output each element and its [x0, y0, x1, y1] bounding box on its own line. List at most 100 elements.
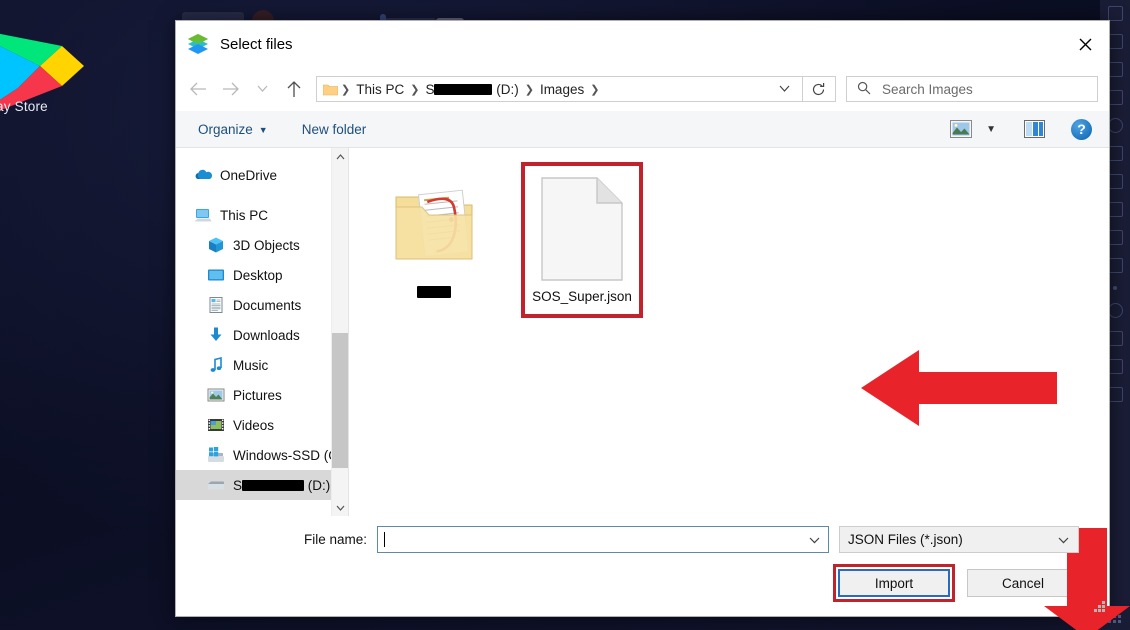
file-name-input[interactable]	[377, 526, 829, 553]
sidebar-item-onedrive[interactable]: OneDrive	[176, 160, 348, 190]
sidebar-item-windows-ssd[interactable]: Windows-SSD (C	[176, 440, 348, 470]
play-store-label: ay Store	[0, 99, 48, 114]
new-folder-button[interactable]: New folder	[294, 118, 375, 141]
sidebar-item-videos[interactable]: Videos	[176, 410, 348, 440]
sidebar-drive-suffix: (D:)	[304, 477, 331, 493]
this-pc-icon	[194, 206, 212, 224]
generic-file-icon	[529, 174, 635, 284]
sidebar-item-label: Pictures	[233, 387, 282, 403]
text-caret	[384, 532, 385, 547]
chevron-down-icon[interactable]	[332, 499, 348, 516]
3d-objects-icon	[207, 236, 225, 254]
bluestacks-logo-icon	[187, 33, 209, 55]
sidebar-item-pictures[interactable]: Pictures	[176, 380, 348, 410]
search-placeholder: Search Images	[882, 81, 973, 97]
picture-view-icon[interactable]	[943, 117, 979, 141]
breadcrumb-separator: ❯	[410, 83, 420, 96]
help-icon[interactable]: ?	[1064, 116, 1099, 143]
close-icon[interactable]	[1062, 22, 1109, 66]
sidebar-item-3d-objects[interactable]: 3D Objects	[176, 230, 348, 260]
pictures-icon	[207, 386, 225, 404]
import-button[interactable]: Import	[838, 569, 950, 597]
refresh-icon[interactable]	[802, 76, 836, 102]
breadcrumb-item-this-pc[interactable]: This PC	[351, 82, 409, 97]
folder-icon	[322, 83, 339, 96]
sidebar-item-drive-d[interactable]: S (D:)	[176, 470, 348, 500]
rail-icon-more[interactable]	[1113, 286, 1117, 290]
file-name-chevron-down-icon[interactable]	[809, 533, 820, 547]
navigation-bar: ❯ This PC ❯ S (D:) ❯ Images ❯ Search Ima…	[176, 67, 1109, 111]
sidebar-item-label: Videos	[233, 417, 275, 433]
red-left-arrow-annotation	[861, 346, 1057, 430]
scrollbar-thumb[interactable]	[332, 333, 348, 468]
back-icon[interactable]	[182, 73, 214, 105]
command-bar: Organize ▼ New folder ▼ ?	[176, 111, 1109, 148]
file-name-row: File name: JSON Files (*.json)	[176, 526, 1079, 553]
redaction-bar	[242, 479, 305, 491]
windows-drive-icon	[207, 446, 225, 464]
breadcrumb-chevron-down-icon[interactable]	[767, 82, 802, 96]
sidebar-drive-prefix: S	[233, 477, 243, 493]
dialog-title: Select files	[220, 35, 293, 53]
sidebar-item-documents[interactable]: Documents	[176, 290, 348, 320]
sidebar-item-desktop[interactable]: Desktop	[176, 260, 348, 290]
rail-icon-fullscreen[interactable]	[1107, 6, 1123, 21]
breadcrumb[interactable]: ❯ This PC ❯ S (D:) ❯ Images ❯	[316, 76, 803, 102]
recent-locations-chevron-down-icon[interactable]	[246, 73, 278, 105]
import-button-highlight: Import	[833, 564, 955, 602]
organize-label: Organize	[198, 121, 253, 137]
drive-icon	[207, 476, 225, 494]
dialog-titlebar[interactable]: Select files	[176, 21, 1109, 67]
folder-with-documents-icon	[377, 170, 491, 280]
view-options-caret-down-icon[interactable]: ▼	[979, 121, 1003, 138]
sidebar-item-label: Downloads	[233, 327, 300, 343]
forward-icon[interactable]	[214, 73, 246, 105]
caret-down-icon: ▼	[258, 125, 268, 135]
list-item[interactable]: SOS_Super.json	[521, 162, 643, 318]
sidebar-item-this-pc[interactable]: This PC	[176, 200, 348, 230]
chevron-up-icon[interactable]	[332, 148, 348, 165]
list-item[interactable]	[373, 162, 495, 310]
dialog-body: OneDrive This PC 3D Objects Desktop Docu…	[176, 148, 1130, 630]
up-icon[interactable]	[278, 73, 310, 105]
rail-grip-icon	[1108, 610, 1122, 624]
preview-pane-icon[interactable]	[1017, 117, 1052, 141]
search-input[interactable]: Search Images	[846, 76, 1098, 102]
onedrive-cloud-icon	[194, 166, 213, 184]
videos-icon	[207, 416, 225, 434]
sidebar-item-downloads[interactable]: Downloads	[176, 320, 348, 350]
select-files-dialog: Select files ❯ This PC ❯ S (D:) ❯ Images…	[175, 20, 1130, 630]
breadcrumb-drive-suffix: (D:)	[492, 81, 519, 97]
desktop-icon	[207, 266, 225, 284]
breadcrumb-separator: ❯	[524, 83, 534, 96]
sidebar-item-music[interactable]: Music	[176, 350, 348, 380]
sidebar-item-label: Desktop	[233, 267, 283, 283]
downloads-icon	[207, 326, 225, 344]
navigation-pane: OneDrive This PC 3D Objects Desktop Docu…	[176, 148, 348, 516]
file-type-chevron-down-icon[interactable]	[1058, 533, 1069, 547]
redaction-bar	[417, 286, 451, 298]
sidebar-item-label: OneDrive	[220, 167, 278, 183]
button-row: Import Cancel	[176, 564, 1079, 602]
help-label: ?	[1071, 118, 1092, 140]
sidebar-item-label: Windows-SSD (C	[233, 447, 339, 463]
dialog-footer: File name: JSON Files (*.json) Import Ca…	[176, 516, 1109, 616]
file-type-select[interactable]: JSON Files (*.json)	[839, 526, 1079, 553]
resize-grip-icon[interactable]	[1094, 601, 1106, 613]
organize-button[interactable]: Organize ▼	[190, 118, 276, 141]
breadcrumb-item-images[interactable]: Images	[535, 82, 589, 97]
documents-icon	[207, 296, 225, 314]
redaction-bar	[434, 83, 493, 95]
breadcrumb-separator: ❯	[590, 83, 600, 96]
cancel-button[interactable]: Cancel	[967, 569, 1079, 597]
sidebar-item-label: This PC	[220, 207, 269, 223]
file-name-label: File name:	[303, 532, 367, 547]
breadcrumb-separator: ❯	[341, 83, 351, 96]
breadcrumb-drive-prefix: S	[425, 81, 435, 97]
file-list-pane[interactable]: SOS_Super.json	[349, 148, 1130, 630]
search-icon	[857, 81, 871, 98]
file-type-value: JSON Files (*.json)	[848, 532, 963, 547]
breadcrumb-item-drive[interactable]: S (D:)	[420, 82, 523, 97]
new-folder-label: New folder	[301, 121, 367, 137]
sidebar-scrollbar[interactable]	[331, 148, 348, 516]
